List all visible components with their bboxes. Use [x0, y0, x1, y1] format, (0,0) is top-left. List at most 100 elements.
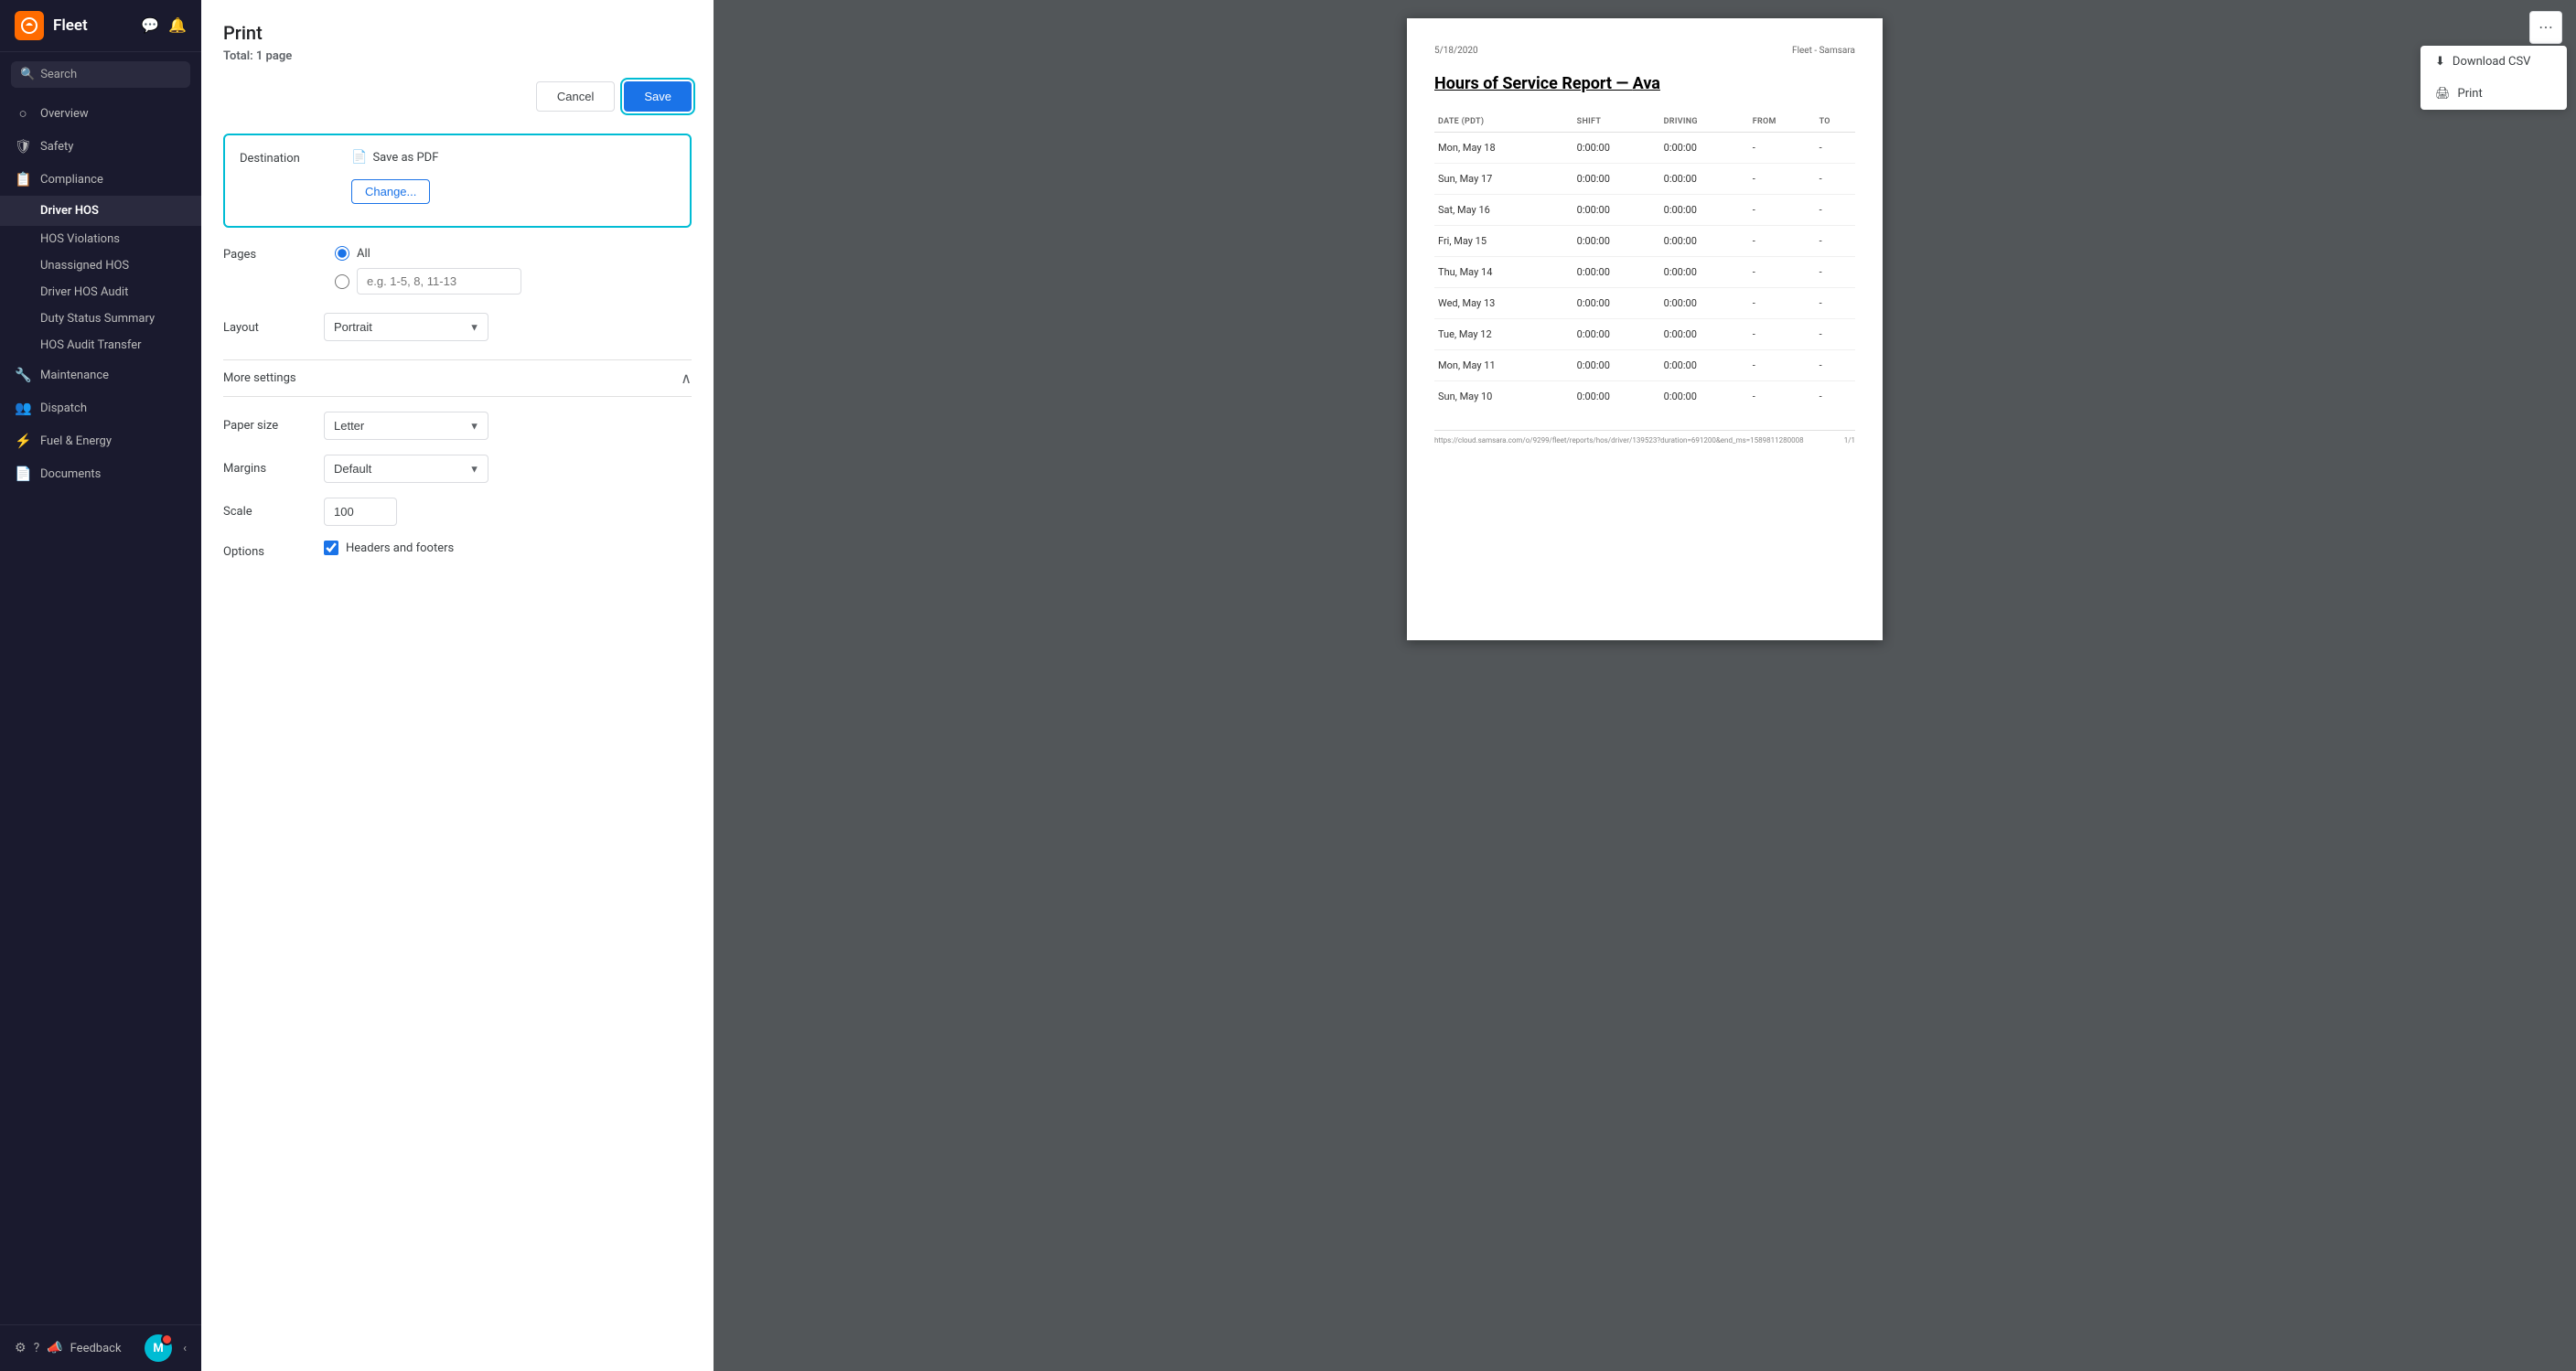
col-driving: DRIVING: [1660, 112, 1749, 133]
cell-date: Mon, May 18: [1434, 133, 1573, 164]
help-icon[interactable]: ?: [34, 1341, 40, 1355]
cell-date: Sat, May 16: [1434, 195, 1573, 226]
sidebar-item-driver-hos-audit-label: Driver HOS Audit: [40, 285, 128, 299]
print-total-label: Total:: [223, 49, 253, 63]
doc-driver-name: Ava: [1633, 74, 1660, 93]
sidebar-search-container: 🔍 Search: [0, 52, 201, 97]
doc-title: Hours of Service Report — Ava: [1434, 74, 1855, 93]
cell-driving: 0:00:00: [1660, 133, 1749, 164]
cell-date: Wed, May 13: [1434, 288, 1573, 319]
cell-to: -: [1816, 226, 1855, 257]
settings-icon[interactable]: ⚙: [15, 1341, 27, 1355]
cell-date: Sun, May 17: [1434, 164, 1573, 195]
table-row: Mon, May 18 0:00:00 0:00:00 - -: [1434, 133, 1855, 164]
table-row: Wed, May 13 0:00:00 0:00:00 - -: [1434, 288, 1855, 319]
sidebar-item-overview-label: Overview: [40, 107, 89, 121]
cell-driving: 0:00:00: [1660, 288, 1749, 319]
pages-row: Pages All: [223, 246, 692, 295]
sidebar-item-unassigned-hos-label: Unassigned HOS: [40, 259, 129, 273]
sidebar-item-compliance[interactable]: 📋 Compliance: [0, 163, 201, 196]
sidebar-item-maintenance[interactable]: 🔧 Maintenance: [0, 359, 201, 391]
maintenance-icon: 🔧: [15, 367, 31, 383]
pages-custom-radio[interactable]: [335, 274, 349, 289]
more-settings-chevron-icon: ∧: [681, 370, 692, 387]
download-icon: ⬇: [2435, 55, 2445, 69]
bell-icon[interactable]: 🔔: [168, 16, 187, 35]
pages-all-radio[interactable]: [335, 246, 349, 261]
dispatch-icon: 👥: [15, 400, 31, 416]
more-settings-toggle[interactable]: More settings ∧: [223, 359, 692, 397]
table-row: Sun, May 17 0:00:00 0:00:00 - -: [1434, 164, 1855, 195]
avatar-initials: M: [153, 1342, 163, 1355]
more-settings-label: More settings: [223, 371, 296, 385]
sidebar-item-duty-status-summary-label: Duty Status Summary: [40, 312, 155, 326]
paper-size-select[interactable]: Letter A4 Legal: [324, 412, 488, 440]
cell-from: -: [1749, 350, 1816, 381]
scale-input[interactable]: [324, 498, 397, 526]
layout-select[interactable]: Portrait Landscape: [324, 313, 488, 341]
cell-from: -: [1749, 133, 1816, 164]
pages-radio-group: All: [335, 246, 521, 295]
cell-from: -: [1749, 164, 1816, 195]
print-actions: Cancel Save: [223, 81, 692, 112]
sidebar-item-dispatch[interactable]: 👥 Dispatch: [0, 391, 201, 424]
pages-custom-input[interactable]: [357, 268, 521, 295]
print-item[interactable]: 🖨 Print: [2420, 78, 2567, 110]
sidebar-item-driver-hos-audit[interactable]: Driver HOS Audit: [0, 279, 201, 305]
doc-footer-page: 1/1: [1844, 436, 1855, 445]
sidebar-item-hos-audit-transfer-label: HOS Audit Transfer: [40, 338, 142, 352]
sidebar-item-fuel-energy[interactable]: ⚡ Fuel & Energy: [0, 424, 201, 457]
cell-driving: 0:00:00: [1660, 226, 1749, 257]
pages-custom-row: [335, 268, 521, 295]
sidebar-item-hos-violations[interactable]: HOS Violations: [0, 226, 201, 252]
three-dot-menu-button[interactable]: ⋯: [2529, 11, 2562, 44]
preview-document: 5/18/2020 Fleet - Samsara Hours of Servi…: [1407, 18, 1883, 640]
cell-to: -: [1816, 133, 1855, 164]
sidebar-item-compliance-label: Compliance: [40, 173, 103, 187]
cell-driving: 0:00:00: [1660, 164, 1749, 195]
sidebar-item-duty-status-summary[interactable]: Duty Status Summary: [0, 305, 201, 332]
cancel-button[interactable]: Cancel: [536, 81, 615, 112]
sidebar-item-fuel-energy-label: Fuel & Energy: [40, 434, 112, 448]
scale-label: Scale: [223, 505, 324, 519]
margins-select[interactable]: Default None Minimum Custom: [324, 455, 488, 483]
pdf-icon: 📄: [351, 150, 367, 165]
headers-footers-checkbox[interactable]: [324, 541, 338, 555]
headers-footers-row: Headers and footers: [324, 541, 454, 555]
chat-icon[interactable]: 💬: [141, 16, 159, 35]
layout-row: Layout Portrait Landscape ▼: [223, 313, 692, 341]
sidebar-item-driver-hos[interactable]: Driver HOS: [0, 196, 201, 226]
sidebar-bottom: ⚙ ? 📣 Feedback M ‹: [0, 1324, 201, 1371]
table-row: Thu, May 14 0:00:00 0:00:00 - -: [1434, 257, 1855, 288]
table-row: Tue, May 12 0:00:00 0:00:00 - -: [1434, 319, 1855, 350]
cell-shift: 0:00:00: [1573, 381, 1660, 412]
avatar[interactable]: M: [145, 1334, 172, 1362]
sidebar-item-unassigned-hos[interactable]: Unassigned HOS: [0, 252, 201, 279]
fuel-energy-icon: ⚡: [15, 433, 31, 449]
sidebar-item-safety[interactable]: 🛡 Safety: [0, 130, 201, 163]
sidebar-item-dispatch-label: Dispatch: [40, 402, 87, 415]
col-to: TO: [1816, 112, 1855, 133]
sidebar-item-hos-audit-transfer[interactable]: HOS Audit Transfer: [0, 332, 201, 359]
download-csv-item[interactable]: ⬇ Download CSV: [2420, 46, 2567, 78]
search-box[interactable]: 🔍 Search: [11, 61, 190, 88]
sidebar-item-safety-label: Safety: [40, 140, 73, 154]
cell-driving: 0:00:00: [1660, 257, 1749, 288]
collapse-icon[interactable]: ‹: [183, 1342, 187, 1355]
change-destination-button[interactable]: Change...: [351, 179, 430, 204]
cell-to: -: [1816, 350, 1855, 381]
cell-shift: 0:00:00: [1573, 133, 1660, 164]
megaphone-icon[interactable]: 📣: [47, 1341, 62, 1355]
col-shift: SHIFT: [1573, 112, 1660, 133]
print-panel: Print Total: 1 page Cancel Save Destinat…: [201, 0, 714, 1371]
margins-row: Margins Default None Minimum Custom ▼: [223, 455, 692, 483]
save-button[interactable]: Save: [624, 81, 692, 112]
sidebar-item-documents[interactable]: 📄 Documents: [0, 457, 201, 490]
app-title: Fleet: [53, 16, 88, 35]
sidebar-item-overview[interactable]: ○ Overview: [0, 97, 201, 130]
cell-from: -: [1749, 257, 1816, 288]
cell-to: -: [1816, 319, 1855, 350]
cell-to: -: [1816, 288, 1855, 319]
cell-driving: 0:00:00: [1660, 350, 1749, 381]
table-row: Sun, May 10 0:00:00 0:00:00 - -: [1434, 381, 1855, 412]
